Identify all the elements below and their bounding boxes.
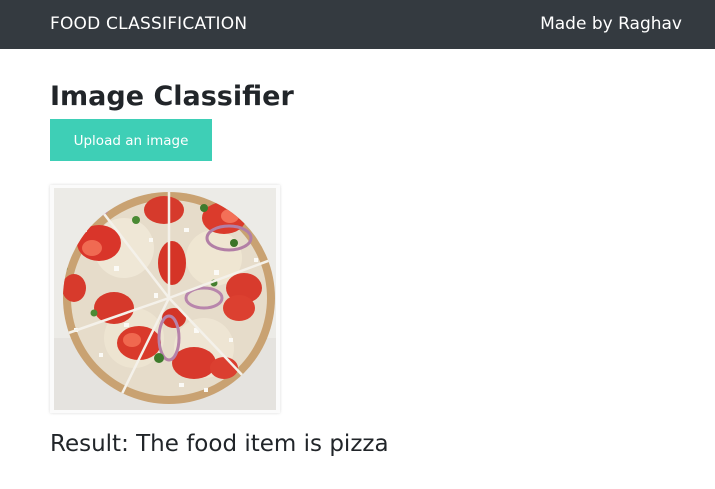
author-credit: Made by Raghav [540,14,682,34]
result-text: Result: The food item is pizza [50,431,389,457]
upload-image-button[interactable]: Upload an image [50,119,212,161]
pizza-image [54,188,276,410]
brand-title[interactable]: FOOD CLASSIFICATION [50,14,247,34]
page-title: Image Classifier [50,81,294,112]
uploaded-image-preview [50,185,280,413]
navbar: FOOD CLASSIFICATION Made by Raghav [0,0,715,49]
